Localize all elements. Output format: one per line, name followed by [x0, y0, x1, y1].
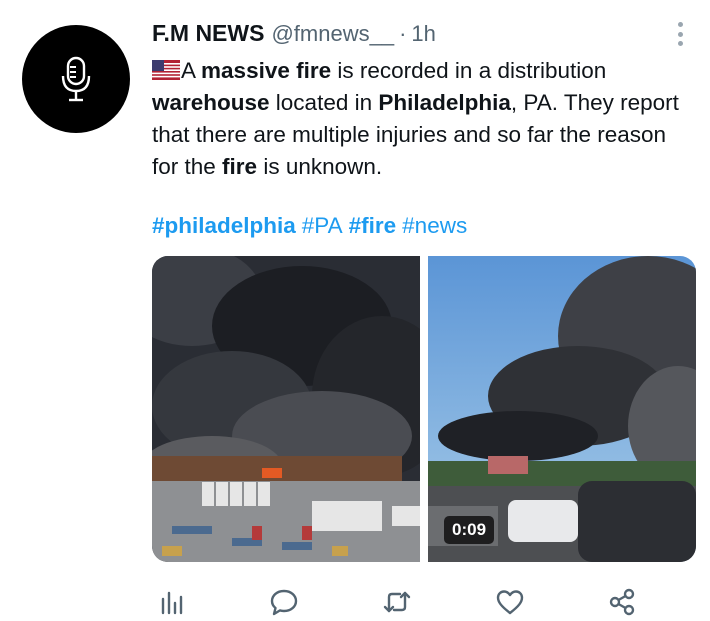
retweet-button[interactable]: [377, 582, 417, 621]
share-button[interactable]: [602, 582, 642, 621]
retweet-icon: [383, 591, 411, 613]
more-vertical-icon[interactable]: [672, 20, 688, 48]
tweet-text-bold: massive fire: [201, 58, 332, 83]
separator-dot: ·: [399, 21, 407, 46]
hashtags: #philadelphia #PA #fire #news: [152, 213, 473, 239]
hashtag-link[interactable]: #PA: [302, 213, 343, 238]
video-duration-badge: 0:09: [444, 516, 495, 544]
tweet-text-segment: A: [181, 58, 202, 83]
tweet-text: A massive fire is recorded in a distribu…: [152, 55, 692, 183]
analytics-button[interactable]: [152, 582, 192, 621]
fire-aerial-image[interactable]: [152, 256, 420, 562]
analytics-icon: [161, 591, 183, 615]
tweet-text-bold: fire: [222, 154, 258, 179]
reply-button[interactable]: [264, 582, 304, 621]
tweet-text-segment: located in: [269, 90, 379, 115]
tweet-time[interactable]: 1h: [411, 21, 435, 47]
hashtag-link[interactable]: #fire: [349, 213, 397, 238]
tweet-header: F.M NEWS @fmnews__ · 1h: [152, 20, 436, 50]
author-handle[interactable]: @fmnews__: [271, 21, 394, 47]
author-name[interactable]: F.M NEWS: [152, 20, 264, 47]
us-flag-icon: [152, 60, 180, 80]
tweet-text-bold: Philadelphia: [378, 90, 511, 115]
share-icon: [609, 588, 635, 616]
avatar[interactable]: [22, 25, 130, 133]
media-grid: 0:09: [152, 256, 696, 562]
heart-icon: [496, 590, 524, 615]
tweet-text-segment: is unknown.: [257, 154, 383, 179]
tweet-text-segment: is recorded in a distribution: [331, 58, 607, 83]
like-button[interactable]: [490, 582, 530, 621]
tweet-text-bold: warehouse: [152, 90, 270, 115]
hashtag-link[interactable]: #philadelphia: [152, 213, 296, 238]
action-bar: [152, 582, 642, 621]
reply-icon: [270, 589, 298, 616]
hashtag-link[interactable]: #news: [402, 213, 467, 238]
microphone-icon: [61, 56, 91, 102]
fire-street-video[interactable]: 0:09: [428, 256, 696, 562]
